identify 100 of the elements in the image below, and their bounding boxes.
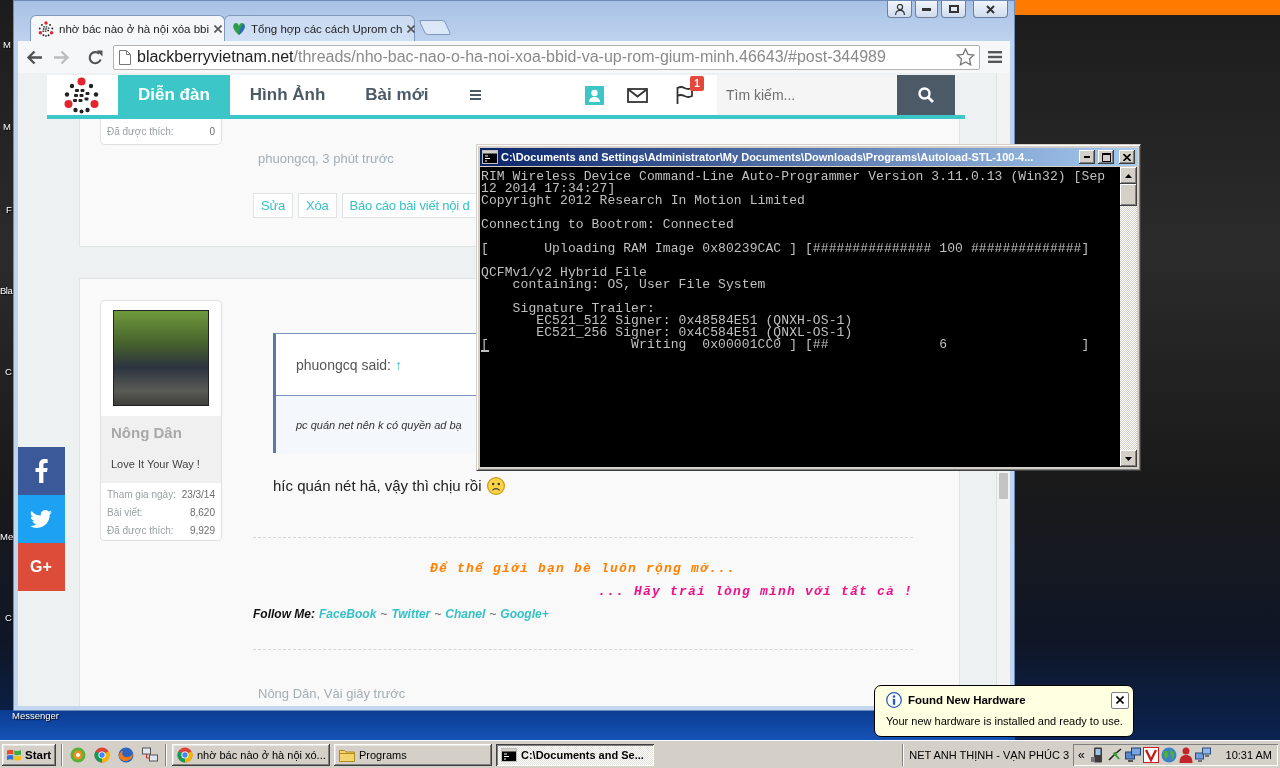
dots-logo-icon — [38, 20, 54, 37]
show-hidden-icons-button[interactable]: « — [1078, 747, 1085, 762]
stat-label: Tham gia ngày: — [107, 488, 176, 500]
console-line: 12 2014 17:34:27] — [481, 183, 616, 195]
search-button[interactable] — [897, 75, 955, 115]
stat-label: Bài viết: — [107, 506, 143, 518]
taskbar-button[interactable]: C:\Documents and Se... — [496, 743, 654, 766]
profile-button[interactable] — [887, 1, 912, 18]
console-line: Copyright 2012 Research In Motion Limited — [481, 195, 805, 207]
minimize-icon — [1084, 156, 1090, 158]
notification-text: Your new hardware is installed and ready to use. — [886, 715, 1123, 727]
desktop-icon-label[interactable]: M — [3, 121, 11, 132]
nav-tab[interactable]: Bài mới — [345, 75, 449, 115]
network-icon[interactable] — [142, 746, 158, 763]
console-line: EC521_512 Signer: 0x48584E51 (QNXH-OS-1) — [536, 315, 853, 327]
desktop-icon-label[interactable]: Bla — [0, 285, 13, 296]
stat-value: 23/3/14 — [181, 488, 215, 500]
star-icon[interactable] — [956, 48, 975, 66]
stat-value: 0 — [209, 126, 215, 137]
info-icon — [886, 692, 902, 708]
desktop-icon-label[interactable]: C — [5, 612, 12, 623]
minimize-button[interactable] — [915, 1, 938, 18]
scroll-down-button[interactable] — [1120, 450, 1137, 467]
close-icon[interactable] — [407, 24, 416, 33]
post-byline: phuongcq, 3 phút trước — [257, 150, 394, 168]
sad-face-icon — [487, 477, 506, 495]
taskbar-button[interactable]: nhờ bác nào ở hà nội xó... — [172, 743, 330, 766]
close-button[interactable] — [973, 1, 1008, 18]
quote-text: pc quán net nên k có quyền ad bạ — [296, 418, 462, 431]
console-line: containing: OS, User File System — [512, 279, 766, 291]
console-line: Signature Trailer: — [511, 303, 655, 315]
person-icon — [894, 3, 905, 15]
close-icon[interactable] — [214, 24, 222, 33]
link-separator: ~ — [380, 606, 388, 622]
console-line: [ Uploading RAM Image 0x80239CAC ] [############### 100 ##############] — [481, 243, 1090, 255]
globe-icon[interactable] — [1160, 746, 1177, 763]
share-button[interactable] — [18, 495, 65, 543]
signature-line: ... Hãy trải lòng mình với tất cả ! — [597, 584, 913, 600]
windows-flag-icon — [6, 747, 22, 762]
nav-tab[interactable]: Hình Ảnh — [229, 75, 346, 115]
desktop-icon-label[interactable]: Me — [0, 531, 14, 542]
maximize-button[interactable] — [941, 1, 966, 18]
desktop-icon-label[interactable]: M — [3, 39, 11, 50]
computers-icon[interactable] — [1194, 746, 1211, 763]
close-button[interactable] — [1111, 691, 1129, 709]
notification-title: Found New Hardware — [908, 694, 1026, 706]
search-field[interactable]: Tìm kiếm... — [717, 75, 897, 115]
toolbar-label: NET ANH THỊNH - VẠN PHÚC 3 — [909, 748, 1069, 761]
taskbar-button[interactable]: Programs — [334, 743, 492, 766]
console-line: EC521_256 Signer: 0x4C584E51 (QNXL-OS-1) — [535, 327, 853, 339]
device-icon[interactable] — [1090, 746, 1105, 763]
menu-icon[interactable] — [470, 90, 482, 100]
desktop-icon-label[interactable]: F — [6, 204, 12, 215]
share-button[interactable] — [18, 447, 65, 495]
arrow-up-icon — [1125, 173, 1132, 178]
globe-icon[interactable] — [118, 746, 134, 763]
scroll-up-button[interactable] — [1120, 167, 1137, 184]
close-button[interactable] — [1119, 150, 1135, 164]
stat-label: Đã được thích: — [107, 524, 174, 536]
browser-tab[interactable]: nhờ bác nào ở hà nội xóa bbi — [30, 15, 225, 41]
person-icon[interactable] — [1178, 746, 1193, 763]
desktop-icon-label[interactable]: Messenger — [12, 710, 59, 721]
browser-icon[interactable] — [94, 746, 110, 763]
dots-logo-icon[interactable] — [63, 76, 100, 114]
share-button[interactable]: G+ — [18, 543, 65, 591]
v-mark-icon[interactable] — [1142, 746, 1159, 763]
address-field[interactable]: blackberryvietnam.net/threads/nho-bac-nao-o-ha-noi-xoa-bbid-va-up-rom-gium-minh.46643/#post-344989 — [113, 44, 980, 70]
link-separator: ~ — [489, 606, 497, 622]
maximize-button[interactable] — [1098, 150, 1114, 164]
flag-icon[interactable] — [676, 86, 693, 104]
back-arrow-icon — [26, 49, 42, 65]
scrollbar[interactable] — [1120, 167, 1137, 467]
avatar-photo[interactable] — [113, 310, 209, 406]
close-icon — [1116, 696, 1124, 704]
clock: 10:31 AM — [1225, 748, 1272, 761]
folder-icon — [339, 747, 355, 762]
desktop-icon-label[interactable]: C — [5, 366, 12, 377]
browser-tab[interactable]: Tổng hợp các cách Uprom ch — [224, 15, 415, 41]
post-byline: Nông Dân, Vài giây trước — [257, 685, 406, 703]
envelope-icon[interactable] — [627, 87, 648, 103]
scrollbar-thumb[interactable] — [999, 473, 1008, 499]
link-separator: ~ — [434, 606, 442, 622]
arrow-down-icon — [1125, 456, 1132, 461]
console-line: RIM Wireless Device Command-Line Auto-Programmer Version 3.11.0.13 (Win32) [Sep — [481, 171, 1106, 183]
monitor-icon[interactable] — [1124, 746, 1141, 763]
minimize-icon — [922, 7, 931, 11]
close-icon — [986, 4, 995, 14]
stat-value: 8,620 — [189, 506, 215, 518]
close-icon — [1123, 153, 1131, 161]
stat-value: 9,929 — [189, 524, 215, 536]
start-button[interactable]: Start — [2, 743, 56, 766]
facebook-icon — [34, 459, 48, 483]
maximize-icon — [948, 5, 959, 13]
window-title: C:\Documents and Settings\Administrator\My Documents\Downloads\Programs\Autoload-STL-100-4... — [501, 151, 1035, 163]
console-icon — [501, 747, 517, 762]
search-icon — [918, 87, 934, 103]
scrollbar-thumb[interactable] — [1120, 184, 1137, 206]
minimize-button[interactable] — [1079, 150, 1095, 164]
network-icon[interactable] — [1106, 746, 1123, 763]
signature-line: Để thế giới bạn bè luôn rộng mở... — [429, 561, 736, 577]
